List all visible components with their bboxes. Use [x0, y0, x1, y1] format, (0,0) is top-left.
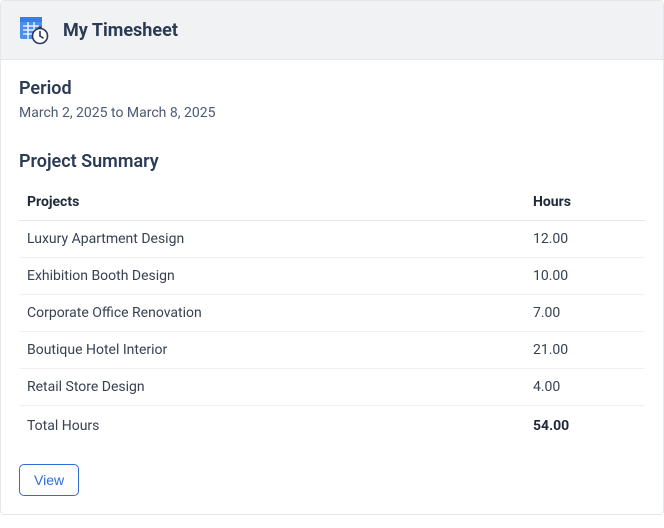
table-row: Exhibition Booth Design 10.00 — [19, 258, 645, 295]
col-projects: Projects — [19, 184, 525, 221]
col-hours: Hours — [525, 184, 645, 221]
table-total-row: Total Hours 54.00 — [19, 406, 645, 447]
project-hours-cell: 4.00 — [525, 369, 645, 406]
project-hours-cell: 7.00 — [525, 295, 645, 332]
table-row: Boutique Hotel Interior 21.00 — [19, 332, 645, 369]
project-name-cell: Luxury Apartment Design — [19, 221, 525, 258]
period-label: Period — [19, 78, 645, 99]
page-title: My Timesheet — [63, 20, 178, 41]
timesheet-icon — [19, 15, 49, 45]
card-body: Period March 2, 2025 to March 8, 2025 Pr… — [1, 60, 663, 514]
timesheet-card: My Timesheet Period March 2, 2025 to Mar… — [0, 0, 664, 515]
card-header: My Timesheet — [1, 1, 663, 60]
summary-title: Project Summary — [19, 151, 645, 172]
table-row: Luxury Apartment Design 12.00 — [19, 221, 645, 258]
view-button[interactable]: View — [19, 464, 79, 496]
project-name-cell: Exhibition Booth Design — [19, 258, 525, 295]
project-hours-cell: 12.00 — [525, 221, 645, 258]
project-hours-cell: 21.00 — [525, 332, 645, 369]
project-name-cell: Retail Store Design — [19, 369, 525, 406]
project-summary-table: Projects Hours Luxury Apartment Design 1… — [19, 184, 645, 446]
table-header-row: Projects Hours — [19, 184, 645, 221]
table-row: Corporate Office Renovation 7.00 — [19, 295, 645, 332]
project-name-cell: Corporate Office Renovation — [19, 295, 525, 332]
table-row: Retail Store Design 4.00 — [19, 369, 645, 406]
project-name-cell: Boutique Hotel Interior — [19, 332, 525, 369]
project-hours-cell: 10.00 — [525, 258, 645, 295]
period-text: March 2, 2025 to March 8, 2025 — [19, 105, 645, 121]
total-hours-cell: 54.00 — [525, 406, 645, 447]
total-label-cell: Total Hours — [19, 406, 525, 447]
